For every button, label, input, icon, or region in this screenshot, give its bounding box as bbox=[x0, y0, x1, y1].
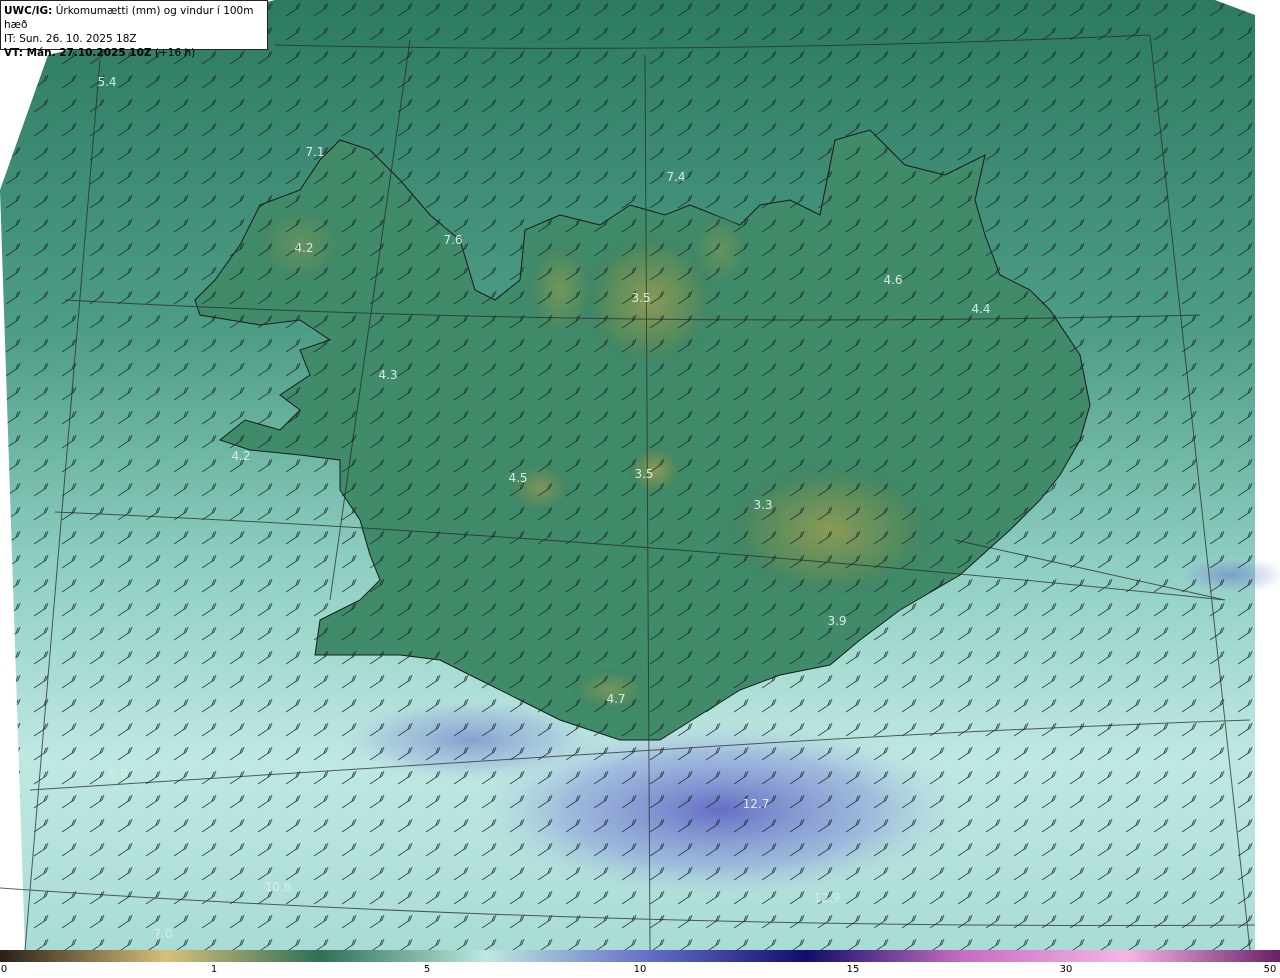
value-label: 5.4 bbox=[97, 75, 116, 89]
value-label: 7.1 bbox=[305, 145, 324, 159]
value-label: 3.3 bbox=[753, 498, 772, 512]
value-label: 4.5 bbox=[508, 471, 527, 485]
value-label: 4.6 bbox=[883, 273, 902, 287]
initial-time: IT: Sun. 26. 10. 2025 18Z bbox=[4, 33, 137, 45]
value-label: 10.6 bbox=[265, 880, 292, 894]
value-label: 4.4 bbox=[971, 302, 990, 316]
title-prefix: UWC/IG: bbox=[4, 5, 53, 17]
forecast-map: 5.4 7.1 7.4 7.6 4.2 3.5 4.6 4.4 4.3 4.2 … bbox=[0, 0, 1280, 950]
value-label: 4.2 bbox=[294, 241, 313, 255]
value-label: 7.6 bbox=[443, 233, 462, 247]
value-label: 3.5 bbox=[634, 467, 653, 481]
lead-time: (+16 h) bbox=[154, 47, 196, 59]
scale-tick: 0 bbox=[0, 964, 8, 975]
value-label: 12.9 bbox=[814, 891, 841, 905]
scale-tick: 5 bbox=[423, 964, 431, 975]
scale-tick: 10 bbox=[633, 964, 647, 975]
value-label: 4.7 bbox=[606, 692, 625, 706]
value-label: 12.7 bbox=[743, 797, 770, 811]
value-label: 4.2 bbox=[231, 449, 250, 463]
color-scale-gradient bbox=[0, 950, 1280, 962]
value-label: 3.5 bbox=[631, 291, 650, 305]
value-label: 6.9 bbox=[108, 767, 127, 781]
wind-barbs bbox=[0, 0, 1255, 950]
value-label: 7.4 bbox=[666, 170, 685, 184]
valid-time: VT: Mán. 27.10.2025 10Z bbox=[4, 47, 152, 59]
scale-tick: 30 bbox=[1059, 964, 1073, 975]
map-header: UWC/IG: Úrkomumætti (mm) og vindur í 100… bbox=[0, 0, 268, 59]
scale-tick: 50 bbox=[1263, 964, 1277, 975]
scale-tick: 15 bbox=[846, 964, 860, 975]
value-label: 7.0 bbox=[153, 927, 172, 941]
value-label: 4.3 bbox=[378, 368, 397, 382]
scale-tick: 1 bbox=[210, 964, 218, 975]
value-label: 3.9 bbox=[827, 614, 846, 628]
color-scale: 0 1 5 10 15 30 50 bbox=[0, 950, 1280, 978]
